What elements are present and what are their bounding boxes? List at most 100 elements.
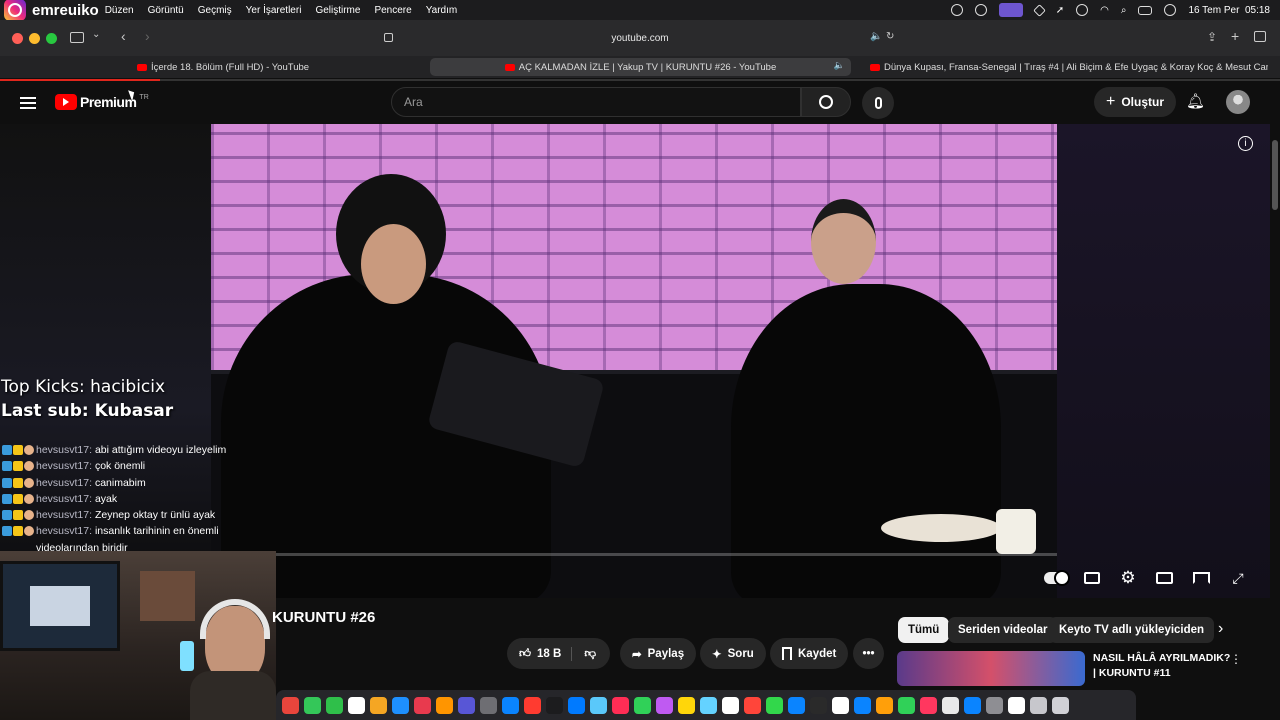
voice-search-button[interactable] xyxy=(862,87,894,119)
ask-button[interactable]: ✦ Soru xyxy=(700,638,766,669)
dock-app-icon[interactable] xyxy=(876,696,893,714)
dock-app-icon[interactable] xyxy=(744,696,761,714)
dock-app-icon[interactable] xyxy=(546,696,563,714)
video-player[interactable] xyxy=(211,124,1057,598)
chip-series[interactable]: Seriden videolar xyxy=(948,617,1058,643)
fullscreen-icon[interactable]: ⤢ xyxy=(1227,567,1249,589)
dock-app-icon[interactable] xyxy=(656,696,673,714)
create-button[interactable]: + Oluştur xyxy=(1094,87,1177,117)
dock-app-icon[interactable] xyxy=(392,696,409,714)
dock-app-icon[interactable] xyxy=(854,696,871,714)
scrollbar-thumb[interactable] xyxy=(1272,140,1278,210)
dislike-button[interactable]: 👎︎ xyxy=(578,647,610,661)
search-icon[interactable]: ⌕ xyxy=(1121,5,1127,16)
forward-button[interactable]: › xyxy=(145,28,150,44)
dock-app-icon[interactable] xyxy=(502,696,519,714)
tab-audio-icon[interactable]: 🔈 xyxy=(834,60,845,71)
screen-share-icon[interactable] xyxy=(998,3,1023,17)
info-icon[interactable]: i xyxy=(1238,136,1253,151)
new-tab-button[interactable]: + xyxy=(1231,28,1239,44)
dock-app-icon[interactable] xyxy=(326,696,343,714)
zoom-window-button[interactable] xyxy=(46,33,57,44)
reload-icon[interactable]: ↻ xyxy=(886,31,894,42)
dock-app-icon[interactable] xyxy=(942,696,959,714)
subtitles-icon[interactable] xyxy=(1081,567,1103,589)
recommendation-title[interactable]: NASIL HÂLÂ AYRILMADIK? | KURUNTU #11 xyxy=(1093,651,1233,681)
menu-item[interactable]: Geçmiş xyxy=(198,5,232,16)
dock-app-icon[interactable] xyxy=(524,696,541,714)
chip-uploader[interactable]: Keyto TV adlı yükleyiciden xyxy=(1049,617,1215,643)
settings-gear-icon[interactable]: ⚙ xyxy=(1117,567,1139,589)
tab-overview-icon[interactable] xyxy=(1254,31,1266,42)
dock-app-icon[interactable] xyxy=(678,696,695,714)
search-button[interactable] xyxy=(801,87,851,117)
dock-app-icon[interactable] xyxy=(282,696,299,714)
back-button[interactable]: ‹ xyxy=(121,28,126,44)
dock-app-icon[interactable] xyxy=(766,696,783,714)
control-center-icon[interactable] xyxy=(1138,5,1153,15)
tab-dunya-kupasi[interactable]: Dünya Kupası, Fransa-Senegal | Tıraş #4 … xyxy=(870,58,1268,76)
dock-app-icon[interactable] xyxy=(370,696,387,714)
dock-app-icon[interactable] xyxy=(304,696,321,714)
dock-app-icon[interactable] xyxy=(590,696,607,714)
notifications-bell-icon[interactable]: 🔔︎ xyxy=(1186,92,1205,110)
dock-app-icon[interactable] xyxy=(700,696,717,714)
dock-app-icon[interactable] xyxy=(722,696,739,714)
airplay-icon[interactable] xyxy=(1190,567,1212,589)
address-bar[interactable]: youtube.com 🔈 ↻ xyxy=(380,26,900,50)
dock-app-icon[interactable] xyxy=(480,696,497,714)
dock-app-icon[interactable] xyxy=(1030,696,1047,714)
miniplayer-icon[interactable] xyxy=(1153,567,1175,589)
record-icon[interactable] xyxy=(950,4,963,16)
hamburger-menu-icon[interactable] xyxy=(20,94,36,112)
avatar[interactable] xyxy=(1226,90,1250,114)
wifi-icon[interactable]: ◠ xyxy=(1100,5,1109,16)
reader-icon[interactable] xyxy=(384,33,393,42)
dock-app-icon[interactable] xyxy=(1052,696,1069,714)
minimize-window-button[interactable] xyxy=(29,33,40,44)
play-icon[interactable] xyxy=(1076,4,1089,16)
dock-app-icon[interactable] xyxy=(568,696,585,714)
dropbox-icon[interactable] xyxy=(1032,3,1046,17)
rocket-icon[interactable]: ➚ xyxy=(1056,5,1064,16)
dock-app-icon[interactable] xyxy=(348,696,365,714)
dock-app-icon[interactable] xyxy=(986,696,1003,714)
search-input[interactable] xyxy=(392,88,800,116)
more-vertical-icon[interactable]: ⋮ xyxy=(1230,652,1242,666)
chip-all[interactable]: Tümü xyxy=(898,617,950,643)
tab-icerde[interactable]: İçerde 18. Bölüm (Full HD) - YouTube xyxy=(137,58,417,76)
dock-app-icon[interactable] xyxy=(920,696,937,714)
siri-icon[interactable] xyxy=(1164,4,1177,16)
sidebar-toggle-icon[interactable] xyxy=(70,32,84,43)
dock-app-icon[interactable] xyxy=(414,696,431,714)
recommendation-thumbnail[interactable] xyxy=(897,651,1085,686)
search-box[interactable] xyxy=(391,87,801,117)
dock-app-icon[interactable] xyxy=(898,696,915,714)
chevron-right-icon[interactable]: › xyxy=(1218,620,1223,638)
menu-item[interactable]: Yardım xyxy=(426,5,458,16)
more-actions-button[interactable]: ••• xyxy=(853,638,884,669)
save-button[interactable]: Kaydet xyxy=(770,638,849,669)
menu-item[interactable]: Yer İşaretleri xyxy=(246,5,302,16)
dock-app-icon[interactable] xyxy=(612,696,629,714)
dock-app-icon[interactable] xyxy=(436,696,453,714)
dock-app-icon[interactable] xyxy=(1008,696,1025,714)
menu-item[interactable]: Görüntü xyxy=(148,5,184,16)
dock-app-icon[interactable] xyxy=(788,696,805,714)
audio-playing-icon[interactable]: 🔈 xyxy=(870,31,882,42)
activity-icon[interactable] xyxy=(974,4,987,16)
video-progress-bar[interactable] xyxy=(276,553,1057,556)
close-window-button[interactable] xyxy=(12,33,23,44)
like-button[interactable]: 👍︎ 18 B xyxy=(519,646,573,661)
tab-kuruntu[interactable]: AÇ KALMADAN İZLE | Yakup TV | KURUNTU #2… xyxy=(430,58,851,76)
menu-item[interactable]: Pencere xyxy=(374,5,411,16)
datetime[interactable]: 16 Tem Per 05:18 xyxy=(1188,5,1270,16)
menu-item[interactable]: Düzen xyxy=(105,5,134,16)
dock-app-icon[interactable] xyxy=(810,696,827,714)
share-button[interactable]: ➦ Paylaş xyxy=(620,638,697,669)
chevron-down-icon[interactable]: ⌄ xyxy=(92,29,100,40)
dock-app-icon[interactable] xyxy=(634,696,651,714)
dock-app-icon[interactable] xyxy=(964,696,981,714)
dock-app-icon[interactable] xyxy=(832,696,849,714)
share-icon[interactable]: ⇪ xyxy=(1207,30,1217,44)
